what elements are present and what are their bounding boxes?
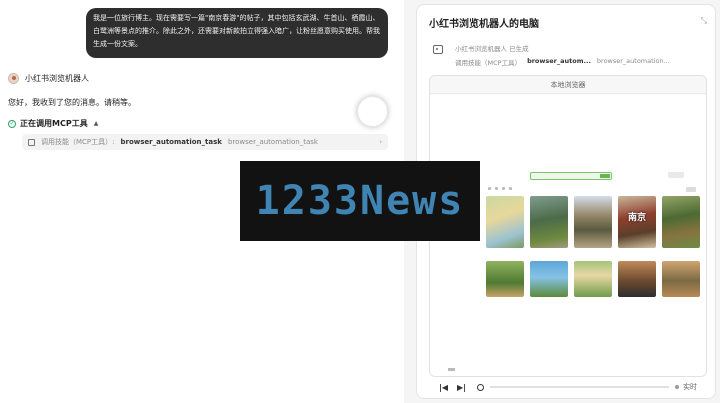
mcp-status-label: 正在调用MCP工具	[20, 119, 88, 128]
note-thumbnail[interactable]	[486, 196, 524, 248]
collapse-icon[interactable]: ⤡	[701, 16, 707, 26]
check-circle-icon: ✓	[8, 119, 16, 128]
bot-header: 小红书浏览机器人	[8, 73, 89, 84]
note-thumbnail[interactable]	[574, 196, 612, 248]
tool-icon	[28, 138, 35, 146]
watermark-logo: 1233News	[240, 161, 480, 241]
live-label: 实时	[683, 383, 697, 391]
image-icon	[433, 45, 443, 54]
source-tool-name: browser_autom...	[527, 57, 591, 65]
tool-call-kind: 调用技能（MCP工具）:	[41, 138, 115, 146]
sidebar-mark	[448, 368, 455, 371]
tool-call-subtitle: browser_automation_task	[227, 138, 318, 146]
note-thumbnail[interactable]	[662, 261, 700, 297]
note-thumbnail[interactable]	[618, 261, 656, 297]
tool-call-row[interactable]: 调用技能（MCP工具）: browser_automation_task bro…	[22, 134, 388, 150]
timeline-knob[interactable]	[477, 383, 484, 391]
browser-title: 本地浏览器	[430, 76, 706, 94]
search-input[interactable]	[530, 172, 612, 180]
bot-avatar-icon	[8, 73, 19, 84]
bot-name: 小红书浏览机器人	[25, 74, 89, 83]
skip-back-icon[interactable]: |◀	[439, 383, 451, 392]
bot-reply: 您好，我收到了您的消息。请稍等。	[8, 98, 136, 107]
timeline-track[interactable]	[490, 386, 669, 388]
source-tool-sub: browser_automation...	[596, 57, 670, 65]
live-dot-icon	[675, 385, 679, 389]
filter-button[interactable]	[686, 187, 696, 192]
note-thumbnail[interactable]	[662, 196, 700, 248]
note-thumbnail[interactable]	[574, 261, 612, 297]
watermark-text: 1233News	[255, 178, 465, 224]
chevron-right-icon[interactable]: ›	[379, 138, 382, 146]
note-thumbnail[interactable]	[530, 196, 568, 248]
category-tabs[interactable]	[488, 187, 512, 190]
note-thumbnail[interactable]	[486, 261, 524, 297]
thumbnail-overlay-text: 南京	[627, 213, 646, 223]
source-generated-label: 小红书浏览机器人 已生成	[455, 45, 529, 53]
header-button[interactable]	[668, 172, 684, 178]
source-tool-row: 调用技能（MCP工具） browser_autom... browser_aut…	[455, 57, 670, 67]
mcp-status-toggle[interactable]: ✓ 正在调用MCP工具 ▲	[8, 118, 98, 129]
note-thumbnail[interactable]	[530, 261, 568, 297]
note-thumbnail[interactable]: 南京	[618, 196, 656, 248]
loading-indicator-icon	[357, 96, 388, 127]
skip-forward-icon[interactable]: ▶|	[457, 383, 469, 392]
source-tool-kind: 调用技能（MCP工具）	[455, 59, 522, 67]
chevron-up-icon[interactable]: ▲	[94, 120, 99, 127]
tool-call-name: browser_automation_task	[120, 138, 222, 146]
panel-title: 小红书浏览机器人的电脑	[429, 19, 539, 30]
replay-controls: |◀ ▶| 实时	[429, 379, 707, 395]
user-message-bubble: 我是一位旅行博主。现在需要写一篇"南京春游"的帖子，其中包括玄武湖、牛首山、栖霞…	[86, 8, 388, 58]
